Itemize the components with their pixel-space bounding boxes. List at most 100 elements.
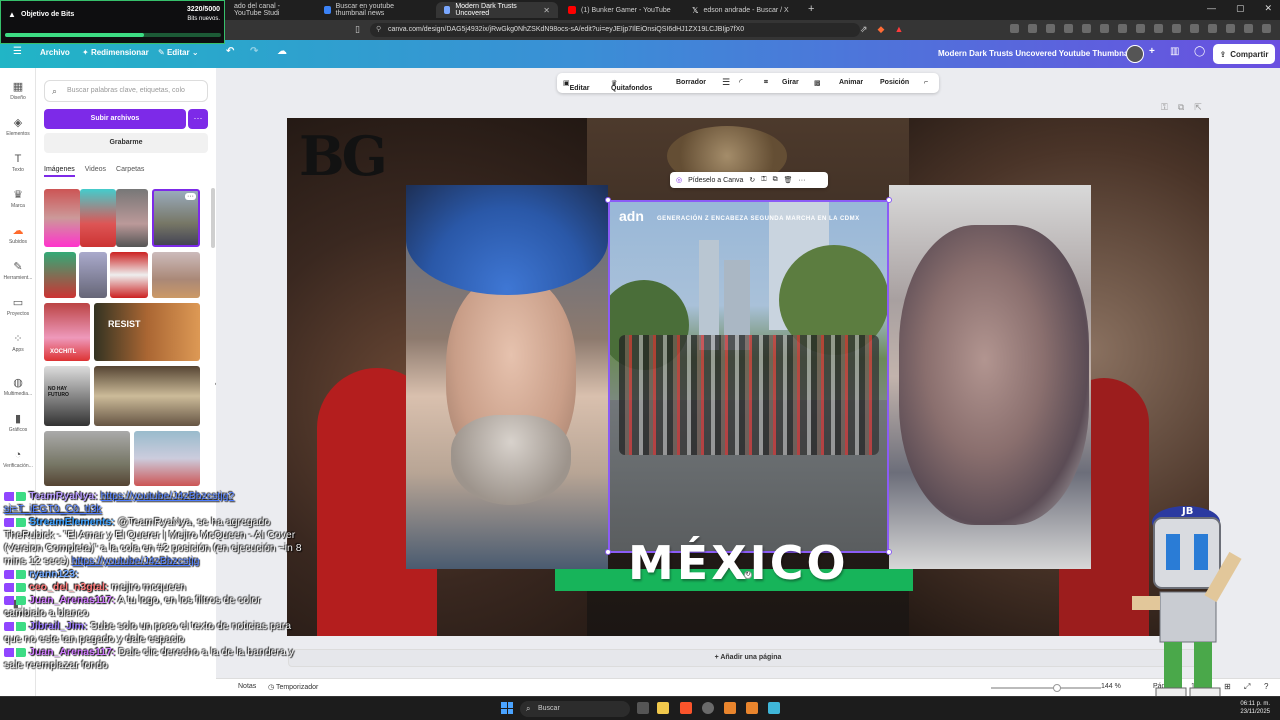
extension-icon[interactable] — [1118, 24, 1127, 33]
resize-handle[interactable] — [886, 197, 892, 203]
line-weight-icon[interactable]: ☰ — [722, 77, 730, 88]
rail-tools[interactable]: ✎ Herramient... — [0, 261, 36, 281]
rail-elements[interactable]: ◈ Elementos — [0, 117, 36, 137]
share-button[interactable]: ⇪ Compartir — [1213, 44, 1275, 64]
eraser-button[interactable]: Borrador — [676, 79, 706, 86]
extension-icon[interactable] — [1082, 24, 1091, 33]
tab-youtube-bunker[interactable]: (1) Bunker Gamer - YouTube — [560, 2, 680, 18]
menu-icon[interactable]: ☰ — [13, 46, 22, 57]
tab-videos[interactable]: Videos — [85, 166, 106, 177]
position-button[interactable]: Posición — [880, 79, 909, 86]
extension-icon[interactable] — [1172, 24, 1181, 33]
lock-element-icon[interactable]: ⚿ — [761, 176, 766, 184]
windows-start-icon[interactable] — [501, 702, 513, 714]
chat-link[interactable]: https://youtube/J4zBbzcstjg — [72, 555, 200, 567]
rotate-button[interactable]: Girar — [782, 79, 799, 86]
app-icon[interactable] — [768, 702, 780, 714]
upload-thumbnail[interactable]: RESIST — [94, 303, 200, 361]
rail-apps[interactable]: ⁘ Apps — [0, 333, 36, 353]
search-input[interactable]: ⌕ Buscar palabras clave, etiquetas, colo — [44, 80, 208, 102]
copy-style-icon[interactable]: ⌐ — [924, 79, 928, 86]
upload-thumbnail[interactable] — [79, 252, 107, 298]
brave-rewards-icon[interactable]: ▲ — [894, 24, 903, 35]
extension-icon[interactable] — [1100, 24, 1109, 33]
add-page-icon[interactable]: ⇱ — [1194, 102, 1202, 113]
document-title[interactable]: Modern Dark Trusts Uncovered Youtube Thu… — [938, 49, 1133, 58]
extension-icon[interactable] — [1262, 24, 1271, 33]
resize-handle[interactable] — [605, 549, 611, 555]
extension-icon[interactable] — [1046, 24, 1055, 33]
new-tab-button[interactable]: + — [808, 3, 814, 15]
rail-multimedia[interactable]: ◍ Multimedia... — [0, 377, 36, 397]
site-info-icon[interactable]: ⚲ — [376, 23, 381, 37]
transparency-icon[interactable]: ▩ — [814, 79, 821, 87]
resize-menu[interactable]: ✦ Redimensionar — [82, 48, 149, 57]
undo-icon[interactable]: ↶ — [226, 46, 234, 57]
rotate-handle-icon[interactable]: ↻ — [744, 571, 752, 579]
maximize-icon[interactable]: ▢ — [1236, 3, 1245, 14]
rail-projects[interactable]: ▭ Proyectos — [0, 297, 36, 317]
app-icon[interactable] — [702, 702, 714, 714]
upload-files-button[interactable]: Subir archivos — [44, 109, 186, 129]
trash-icon[interactable]: 🗑 — [784, 176, 793, 184]
image-man-helmet[interactable] — [406, 185, 608, 569]
redo-icon[interactable]: ↷ — [250, 46, 258, 57]
bg-remover-button[interactable]: Quitafondos ♛ — [611, 79, 652, 92]
brave-browser-icon[interactable] — [680, 702, 692, 714]
file-explorer-icon[interactable] — [657, 702, 669, 714]
close-window-icon[interactable]: ✕ — [1264, 3, 1272, 14]
zoom-slider[interactable] — [991, 687, 1101, 689]
upload-thumbnail[interactable] — [134, 431, 200, 486]
comments-icon[interactable]: ◯ — [1194, 46, 1205, 57]
thumb-more-icon[interactable]: ··· — [185, 193, 196, 200]
extension-icon[interactable] — [1028, 24, 1037, 33]
tab-images[interactable]: Imágenes — [44, 166, 75, 177]
avatar[interactable] — [1126, 45, 1144, 63]
headline-text[interactable]: MÉXICO — [628, 536, 849, 590]
extension-icon[interactable] — [1064, 24, 1073, 33]
taskbar-search[interactable]: ⌕ Buscar — [520, 701, 630, 717]
more-icon[interactable]: ··· — [798, 177, 805, 184]
add-collaborator-icon[interactable]: + — [1149, 46, 1155, 57]
rail-uploads[interactable]: ☁ Subidos — [0, 225, 36, 245]
tab-x-search[interactable]: 𝕏 edson andrade - Buscar / X — [684, 2, 804, 18]
upload-thumbnail[interactable] — [116, 189, 148, 247]
upload-thumbnail[interactable]: NO HAY FUTURO — [44, 366, 90, 426]
upload-thumbnail[interactable] — [152, 252, 200, 298]
rail-brand[interactable]: ♛ Marca — [0, 189, 36, 209]
upload-thumbnail-selected[interactable]: ··· — [152, 189, 200, 247]
upload-thumbnail[interactable]: XOCHITL — [44, 303, 90, 361]
brave-shield-icon[interactable]: ◆ — [878, 24, 885, 35]
tab-search-thumbnail[interactable]: Buscar en youtube thumbnail news — [316, 2, 434, 18]
bookmark-icon[interactable]: ▯ — [355, 24, 360, 35]
edit-menu[interactable]: ✎ Editar ⌄ — [158, 48, 199, 57]
file-menu[interactable]: Archivo — [40, 48, 70, 57]
task-view-icon[interactable] — [637, 702, 649, 714]
extension-icon[interactable] — [1010, 24, 1019, 33]
animate-button[interactable]: Animar — [839, 79, 863, 86]
upload-thumbnail[interactable] — [94, 366, 200, 426]
upload-thumbnail[interactable] — [44, 189, 80, 247]
help-icon[interactable]: ? — [1264, 682, 1268, 691]
rail-charts[interactable]: ▮ Gráficos — [0, 413, 36, 433]
duplicate-page-icon[interactable]: ⧉ — [1178, 102, 1184, 113]
minimize-icon[interactable]: — — [1207, 3, 1216, 14]
lock-icon[interactable]: ⚿ — [1161, 102, 1168, 113]
extension-icon[interactable] — [1226, 24, 1235, 33]
duplicate-icon[interactable]: ⧉ — [773, 176, 778, 184]
app-icon[interactable] — [746, 702, 758, 714]
resize-handle[interactable] — [605, 197, 611, 203]
upload-thumbnail[interactable] — [44, 252, 76, 298]
address-field[interactable]: ⚲ canva.com/design/DAG5j4932ix/jRwGkg0Nh… — [370, 23, 860, 37]
app-icon[interactable] — [724, 702, 736, 714]
bg-channel-logo[interactable]: BG — [299, 124, 388, 188]
upload-thumbnail[interactable] — [80, 189, 116, 247]
edit-image-button[interactable]: ▣ Editar — [563, 79, 589, 92]
resize-handle[interactable] — [886, 549, 892, 555]
more-options-button[interactable]: ··· — [188, 109, 208, 129]
cloud-save-icon[interactable]: ☁ — [277, 46, 287, 57]
taskbar-clock[interactable]: 06:11 p. m. 23/11/2025 — [1240, 700, 1270, 716]
refresh-icon[interactable]: ↻ — [749, 176, 755, 184]
share-page-icon[interactable]: ⇗ — [860, 24, 868, 35]
extension-icon[interactable] — [1136, 24, 1145, 33]
